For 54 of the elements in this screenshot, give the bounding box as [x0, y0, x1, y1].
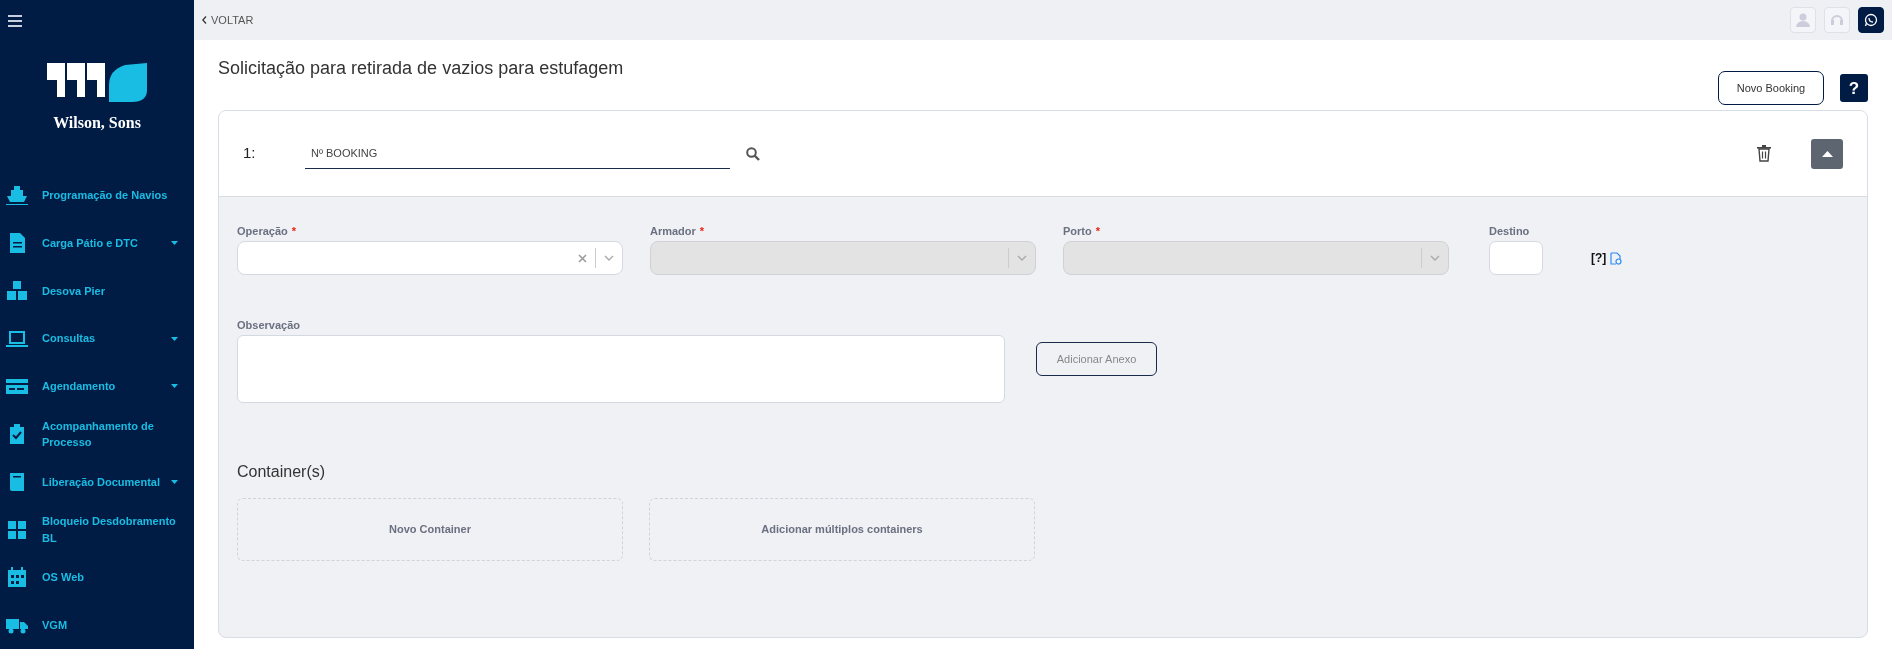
search-icon[interactable]	[746, 146, 760, 161]
sidebar-item[interactable]: Programação de Navios	[0, 171, 194, 220]
chevron-down-icon	[604, 255, 614, 261]
booking-index: 1:	[243, 143, 257, 164]
sidebar-item[interactable]: OS Web	[0, 553, 194, 602]
sidebar-item[interactable]: Acompanhamento de Processo	[0, 410, 194, 458]
headset-icon	[1830, 13, 1844, 27]
logo-text: Wilson, Sons	[53, 113, 141, 133]
required-asterisk: *	[291, 225, 297, 237]
destination-field[interactable]	[1489, 241, 1543, 275]
chevron-icon	[202, 16, 207, 24]
chevron-down-icon	[1017, 255, 1027, 261]
field-label: Operação	[237, 225, 288, 237]
observation-field[interactable]	[237, 335, 1005, 403]
field-label: Porto	[1063, 225, 1092, 237]
user-icon	[1796, 13, 1810, 27]
required-asterisk: *	[699, 225, 705, 237]
whatsapp-icon	[1864, 13, 1878, 27]
document-icon[interactable]	[1610, 251, 1623, 265]
help-link[interactable]: [?]	[1591, 249, 1607, 267]
user-button[interactable]	[1790, 7, 1816, 33]
sidebar-item[interactable]: Liberação Documental	[0, 457, 194, 506]
grid-icon	[6, 519, 28, 540]
add-container-button[interactable]: Adicionar múltiplos containers	[649, 498, 1035, 561]
add-container-button[interactable]: Novo Container	[237, 498, 623, 561]
sidebar-item[interactable]: Bloqueio Desdobramento BL	[0, 505, 194, 554]
clear-icon[interactable]	[578, 253, 587, 263]
section-title: Container(s)	[237, 462, 327, 482]
sidebar-item[interactable]: Carga Pátio e DTC	[0, 219, 194, 267]
boxes-icon	[6, 280, 28, 301]
trash-icon[interactable]	[1757, 145, 1771, 162]
chevron-down-icon	[1430, 255, 1440, 261]
ship-icon	[6, 185, 28, 206]
sidebar-item[interactable]: Consultas	[0, 314, 194, 363]
calendar-icon	[6, 567, 28, 588]
support-button[interactable]	[1824, 7, 1850, 33]
sidebar-item[interactable]: Desova Pier	[0, 266, 194, 315]
required-asterisk: *	[1095, 225, 1100, 237]
new-booking-button[interactable]: Novo Booking	[1718, 71, 1824, 105]
whatsapp-button[interactable]	[1858, 7, 1884, 33]
field-label: Armador	[650, 225, 696, 237]
collapse-button[interactable]	[1811, 138, 1843, 169]
back-link[interactable]: VOLTAR	[202, 11, 254, 29]
field-label: Destino	[1489, 225, 1530, 237]
menu-icon[interactable]	[8, 14, 22, 27]
field-label: Observação	[237, 318, 301, 333]
caret-icon	[1821, 150, 1833, 157]
sidebar-item[interactable]: Agendamento	[0, 362, 194, 411]
help-button[interactable]: ?	[1840, 74, 1868, 102]
laptop-icon	[6, 328, 28, 349]
sidebar-item[interactable]: VGM	[0, 601, 194, 649]
card-icon	[6, 376, 28, 397]
dropdown-select[interactable]	[237, 241, 623, 275]
page-title: Solicitação para retirada de vazios para estufagem	[218, 58, 624, 80]
